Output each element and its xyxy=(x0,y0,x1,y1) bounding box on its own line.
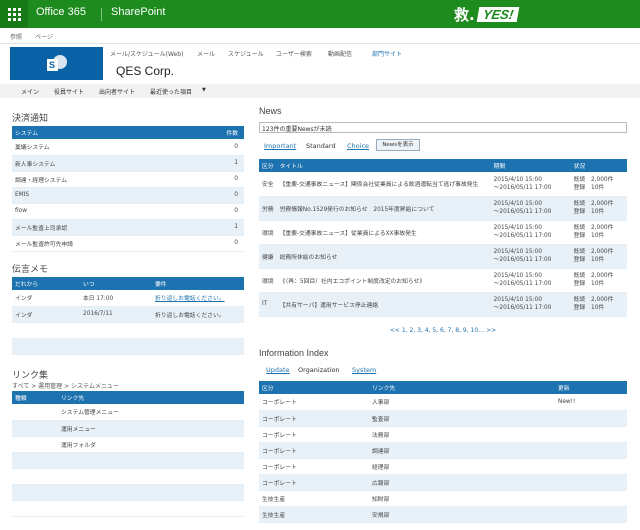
table-row[interactable]: 健康 総務所休絵のお知らせ 2015/4/10 15:00 ～2016/05/11… xyxy=(259,244,627,269)
news-table: 区分 タイトル 期間 状況 安全 【重要-交通事故ニュース】関係会社従業員による… xyxy=(259,159,627,317)
table-row[interactable]: コーポレート 監査部 xyxy=(259,410,627,427)
table-row[interactable]: 労務 労務情報No.1529発行のお知らせ 2015年度昇給について 2015/… xyxy=(259,196,627,221)
topnav-mail-schedule-web[interactable]: メール/スケジュール(Web) xyxy=(110,49,183,58)
table-row xyxy=(12,338,244,355)
table-row[interactable]: 新人事システム 1 xyxy=(12,155,244,172)
links-title: リンク集 xyxy=(12,370,49,380)
nav-recent[interactable]: 最近使った項目 xyxy=(150,87,192,96)
news-title: News xyxy=(259,106,282,116)
approval-title: 決済通知 xyxy=(12,113,49,123)
table-row xyxy=(12,322,244,339)
table-row[interactable]: 稟議システム 0 xyxy=(12,139,244,156)
table-row[interactable]: 運用メニュー xyxy=(12,420,244,437)
table-row[interactable]: 運用フォルダ xyxy=(12,436,244,453)
sharepoint-icon: S xyxy=(46,54,67,74)
nav-main[interactable]: メイン xyxy=(21,87,39,96)
sharepoint-logo[interactable]: S xyxy=(10,47,103,80)
tab-page[interactable]: ページ xyxy=(35,32,53,41)
ribbon-tabs: 参照 ページ xyxy=(0,28,640,44)
table-row[interactable]: 安全 【重要-交通事故ニュース】関係会社従業員による飲酒運転当て逃げ事故発生 2… xyxy=(259,172,627,197)
table-row[interactable]: インダ 本日 17:00 折り返しお電話ください。 xyxy=(12,290,244,307)
memo-table: だれから いつ 要件 インダ 本日 17:00 折り返しお電話ください。 インダ 20… xyxy=(12,277,244,355)
show-news-button[interactable]: Newsを表示 xyxy=(376,139,420,151)
col-destination: リンク先 xyxy=(369,381,555,394)
col-count: 件数 xyxy=(204,126,244,139)
nav-secondment[interactable]: 出向者サイト xyxy=(99,87,135,96)
col-updated: 更新 xyxy=(555,381,627,394)
col-subject: 要件 xyxy=(152,277,244,290)
approval-table: システム 件数 稟議システム 0 新人事システム 1 調達・経理システム 0 EMIS… xyxy=(12,126,244,252)
table-row[interactable]: コーポレート 人事部 New!! xyxy=(259,394,627,411)
col-when: いつ xyxy=(80,277,152,290)
col-status: 状況 xyxy=(570,159,627,172)
sharepoint-link[interactable]: SharePoint xyxy=(111,6,165,18)
links-table: 種類 リンク先 システム管理メニュー 運用メニュー 運用フォルダ xyxy=(12,391,244,517)
table-row xyxy=(12,468,244,485)
tab-update[interactable]: Update xyxy=(266,366,290,374)
topnav-schedule[interactable]: スケジュール xyxy=(228,49,264,58)
table-row xyxy=(12,452,244,469)
table-row[interactable]: 生技生産 安規部 xyxy=(259,506,627,523)
topnav-department[interactable]: 部門サイト xyxy=(372,49,402,58)
table-row[interactable]: コーポレート 広報部 xyxy=(259,474,627,491)
topnav-video[interactable]: 動画配信 xyxy=(328,49,352,58)
app-launcher-icon[interactable] xyxy=(0,0,28,28)
company-logo: 救. YES! xyxy=(454,3,520,25)
table-row[interactable]: EMIS 0 xyxy=(12,187,244,204)
table-row xyxy=(12,484,244,501)
site-title[interactable]: QES Corp. xyxy=(116,64,174,78)
suite-bar: Office 365 SharePoint 救. YES! xyxy=(0,0,640,28)
tab-choice[interactable]: Choice xyxy=(347,142,369,150)
table-row[interactable]: コーポレート 法務部 xyxy=(259,426,627,443)
news-unread-field[interactable]: 123件の重要Newsが未読 xyxy=(259,122,627,133)
col-system: システム xyxy=(12,126,204,139)
table-row[interactable]: システム管理メニュー xyxy=(12,404,244,421)
table-row[interactable]: flow 0 xyxy=(12,203,244,220)
table-row[interactable]: 環境 【重要-交通事故ニュース】従業員によるXX事故発生 2015/4/10 1… xyxy=(259,220,627,245)
table-row[interactable]: 調達・経理システム 0 xyxy=(12,171,244,188)
col-period: 期間 xyxy=(490,159,571,172)
brand-separator xyxy=(101,8,102,21)
table-row[interactable]: IT 【共有サーバ】運用サービス停止連絡 2015/4/10 15:00 ～201… xyxy=(259,292,627,317)
col-type: 種類 xyxy=(12,391,58,404)
info-title: Information Index xyxy=(259,348,329,358)
chevron-down-icon[interactable]: ▼ xyxy=(202,87,206,93)
tab-important[interactable]: Important xyxy=(264,142,296,150)
tab-browse[interactable]: 参照 xyxy=(10,32,22,41)
memo-title: 伝言メモ xyxy=(12,264,49,274)
site-header: S メール/スケジュール(Web) メール スケジュール ユーザー検索 動画配信… xyxy=(0,44,640,84)
table-row[interactable]: メール監査許可先申請 0 xyxy=(12,235,244,252)
col-category: 区分 xyxy=(259,159,277,172)
logo-kanji: 救. xyxy=(454,5,475,24)
news-pager[interactable]: << 1, 2, 3, 4, 5, 6, 7, 8, 9, 10… >> xyxy=(259,327,627,334)
table-row[interactable]: コーポレート 調達部 xyxy=(259,442,627,459)
col-division: 区分 xyxy=(259,381,369,394)
table-row[interactable]: 環境 《（再：5回目）社内エコポイント制度改定のお知らせ》 2015/4/10 … xyxy=(259,268,627,293)
breadcrumb[interactable]: すべて > 運用管理 > システムメニュー xyxy=(12,381,119,390)
table-row[interactable]: インダ 2016/7/11 折り返しお電話ください。 xyxy=(12,306,244,323)
tab-system[interactable]: System xyxy=(352,366,376,374)
topnav-mail[interactable]: メール xyxy=(197,49,215,58)
topnav-user-search[interactable]: ユーザー検索 xyxy=(276,49,312,58)
nav-executive[interactable]: 役員サイト xyxy=(54,87,84,96)
info-table: 区分 リンク先 更新 コーポレート 人事部 New!! コーポレート 監査部 コーポレ… xyxy=(259,381,627,523)
office365-brand[interactable]: Office 365 xyxy=(36,6,86,18)
col-title: タイトル xyxy=(276,159,491,172)
logo-yes: YES! xyxy=(476,6,520,22)
tab-organization[interactable]: Organization xyxy=(298,366,340,374)
col-link: リンク先 xyxy=(58,391,244,404)
table-row[interactable]: コーポレート 経理部 xyxy=(259,458,627,475)
col-from: だれから xyxy=(12,277,80,290)
table-row[interactable]: メール監査上司承認 1 xyxy=(12,219,244,236)
tab-standard[interactable]: Standard xyxy=(306,142,336,150)
quick-launch-bar: メイン 役員サイト 出向者サイト 最近使った項目 ▼ xyxy=(0,84,640,98)
table-row[interactable]: 生技生産 知財部 xyxy=(259,490,627,507)
table-row xyxy=(12,500,244,517)
